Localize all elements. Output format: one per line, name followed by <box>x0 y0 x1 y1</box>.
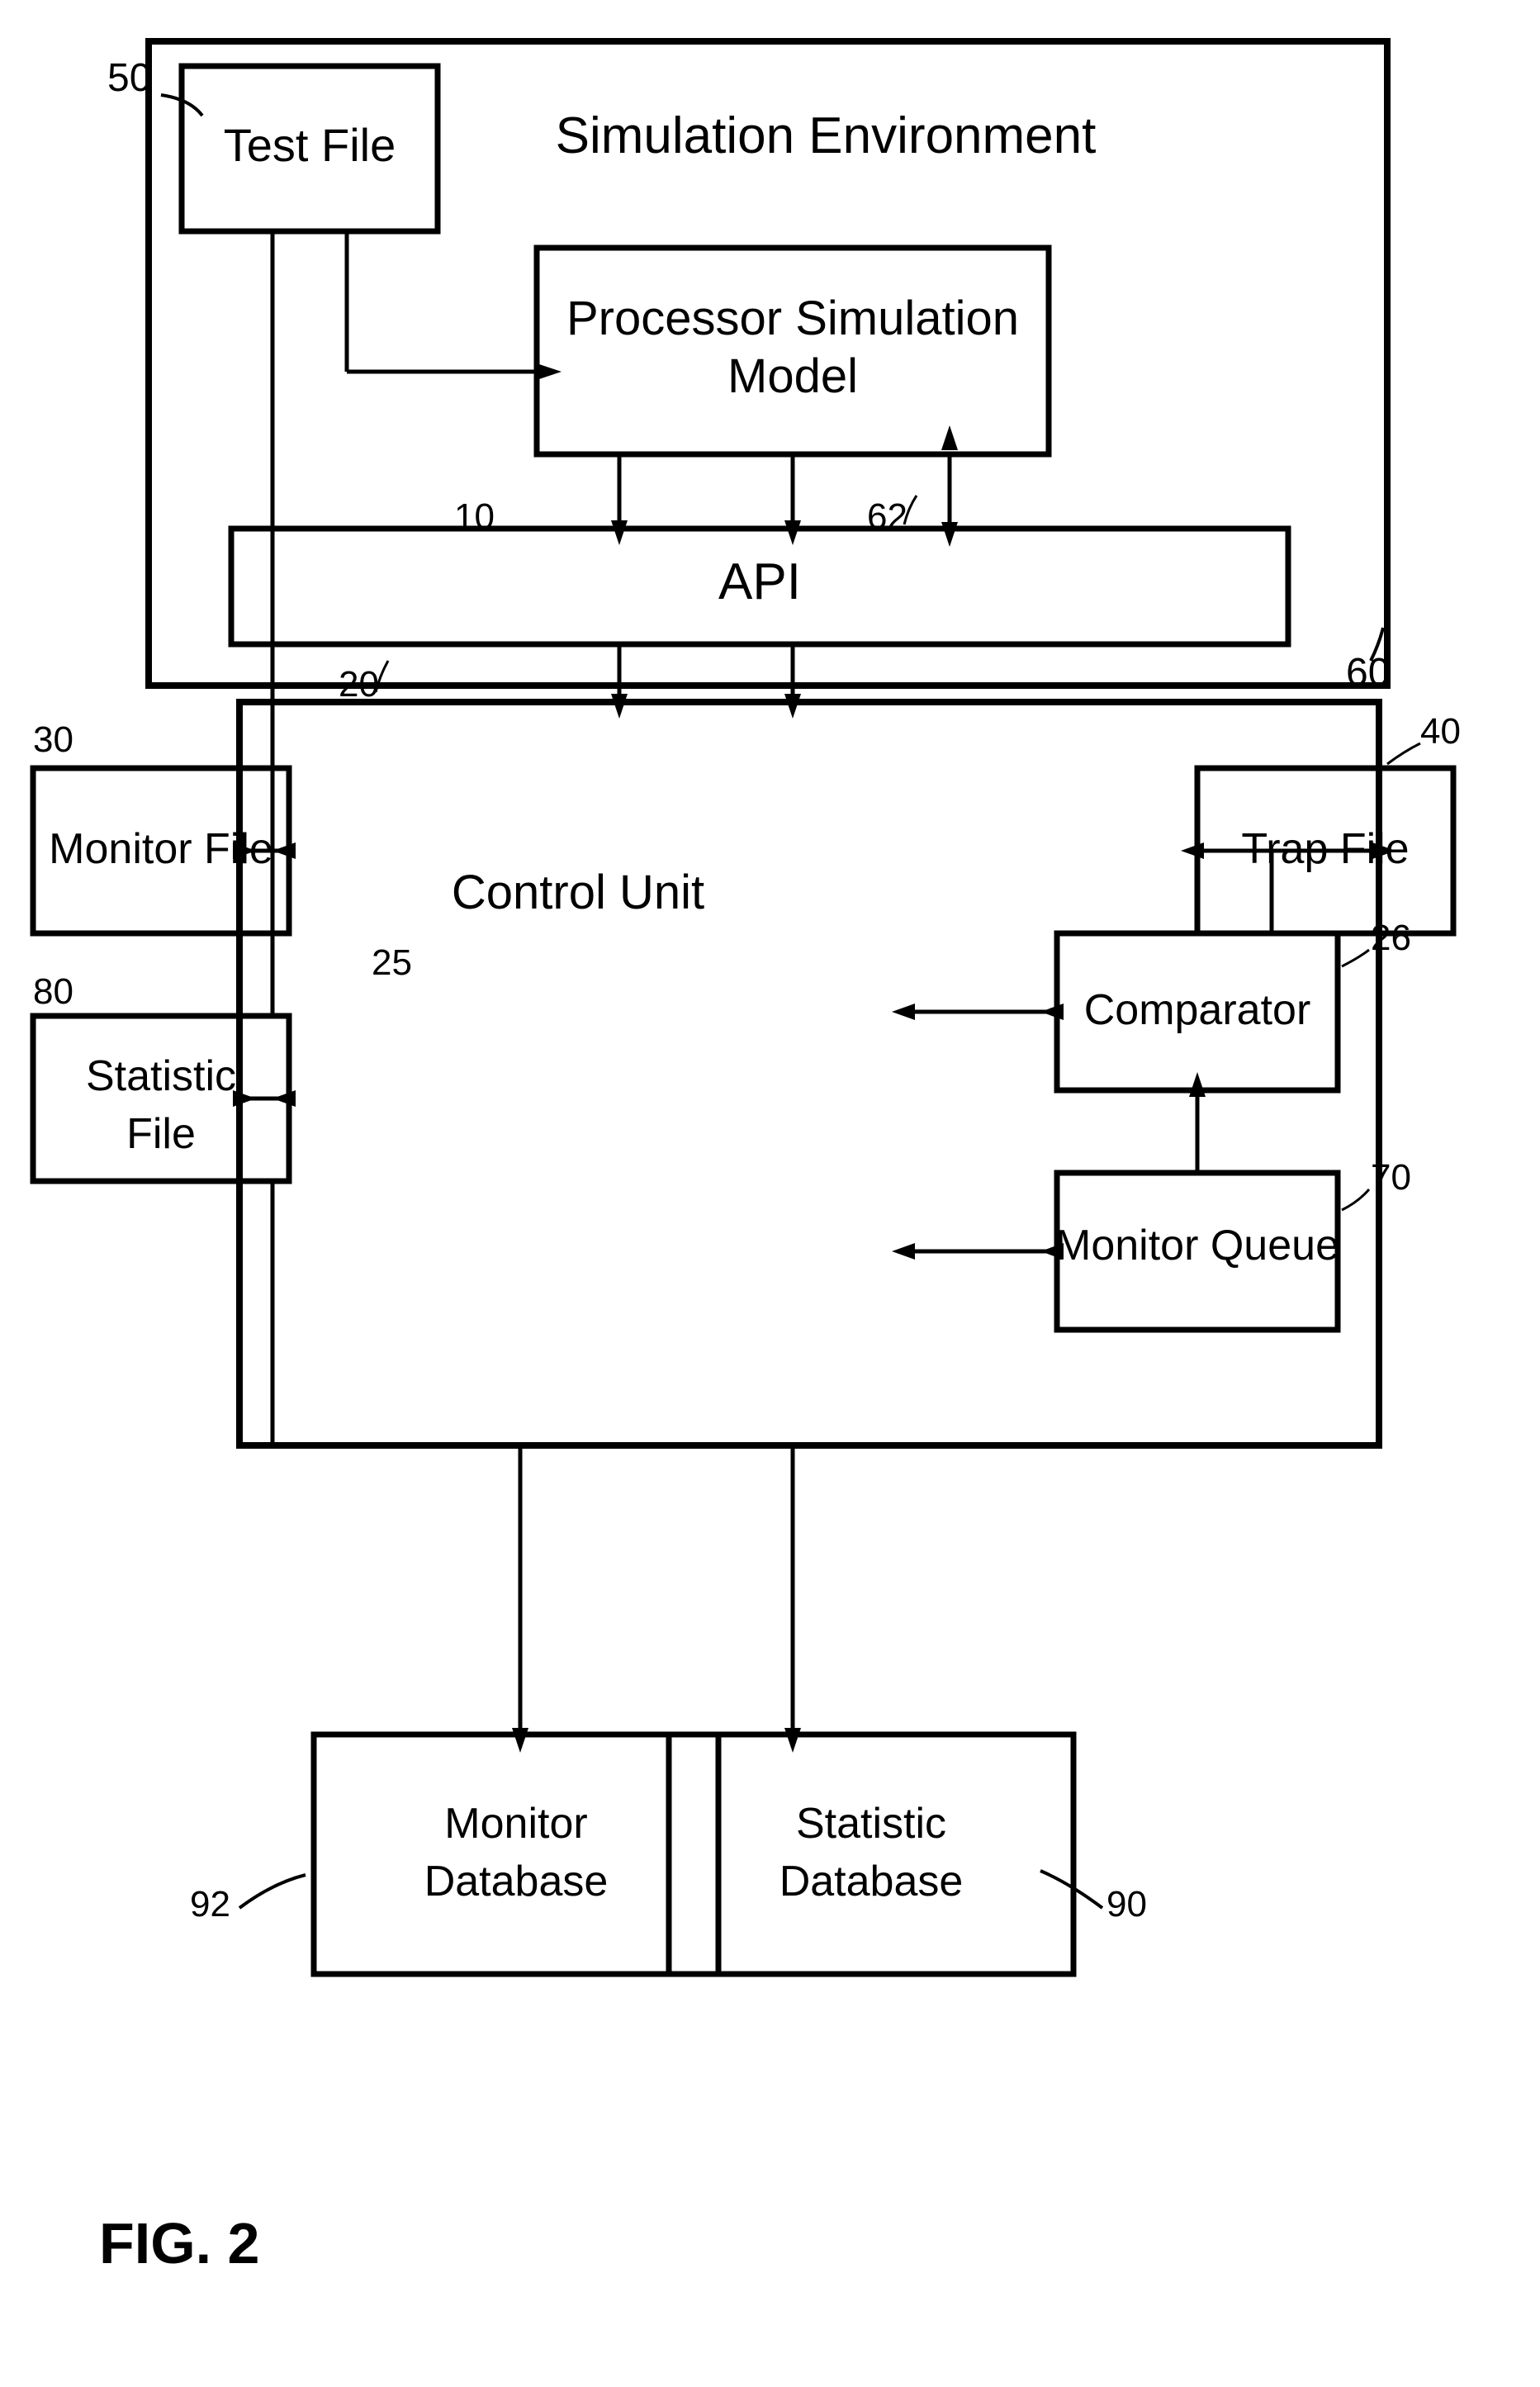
monitor-queue-label: Monitor Queue <box>1055 1222 1339 1269</box>
statistic-db-label1: Statistic <box>796 1800 946 1848</box>
ref-80: 80 <box>33 971 73 1012</box>
ref-90: 90 <box>1106 1884 1147 1924</box>
statistic-db-box <box>669 1734 1073 1974</box>
monitor-db-label2: Database <box>424 1858 609 1905</box>
statistic-file-label1: Statistic <box>86 1052 236 1100</box>
statistic-db-label2: Database <box>779 1858 964 1905</box>
statistic-file-label2: File <box>126 1110 196 1158</box>
ref-25: 25 <box>372 942 412 983</box>
ref-50: 50 <box>107 56 151 100</box>
monitor-db-label1: Monitor <box>444 1800 587 1848</box>
ref-30: 30 <box>33 719 73 760</box>
control-unit-outer-box <box>239 702 1379 1445</box>
ref-62: 62 <box>867 496 907 537</box>
processor-sim-label1: Processor Simulation <box>566 292 1019 345</box>
ref-26: 26 <box>1371 918 1411 958</box>
ref-10: 10 <box>454 496 495 537</box>
monitor-db-box <box>314 1734 718 1974</box>
ref-70: 70 <box>1371 1157 1411 1198</box>
ref-40: 40 <box>1420 711 1461 752</box>
processor-sim-label2: Model <box>727 349 858 403</box>
ref-92: 92 <box>190 1884 230 1924</box>
ref-20: 20 <box>339 664 379 705</box>
ref-60: 60 <box>1346 651 1390 695</box>
fig-label: FIG. 2 <box>99 2211 259 2275</box>
test-file-label: Test File <box>224 119 396 171</box>
control-unit-label: Control Unit <box>452 866 704 919</box>
api-label: API <box>718 553 801 610</box>
diagram-container: Test File 50 60 Simulation Environment P… <box>0 0 1540 2383</box>
comparator-label: Comparator <box>1084 986 1311 1034</box>
simulation-env-label: Simulation Environment <box>556 107 1097 164</box>
